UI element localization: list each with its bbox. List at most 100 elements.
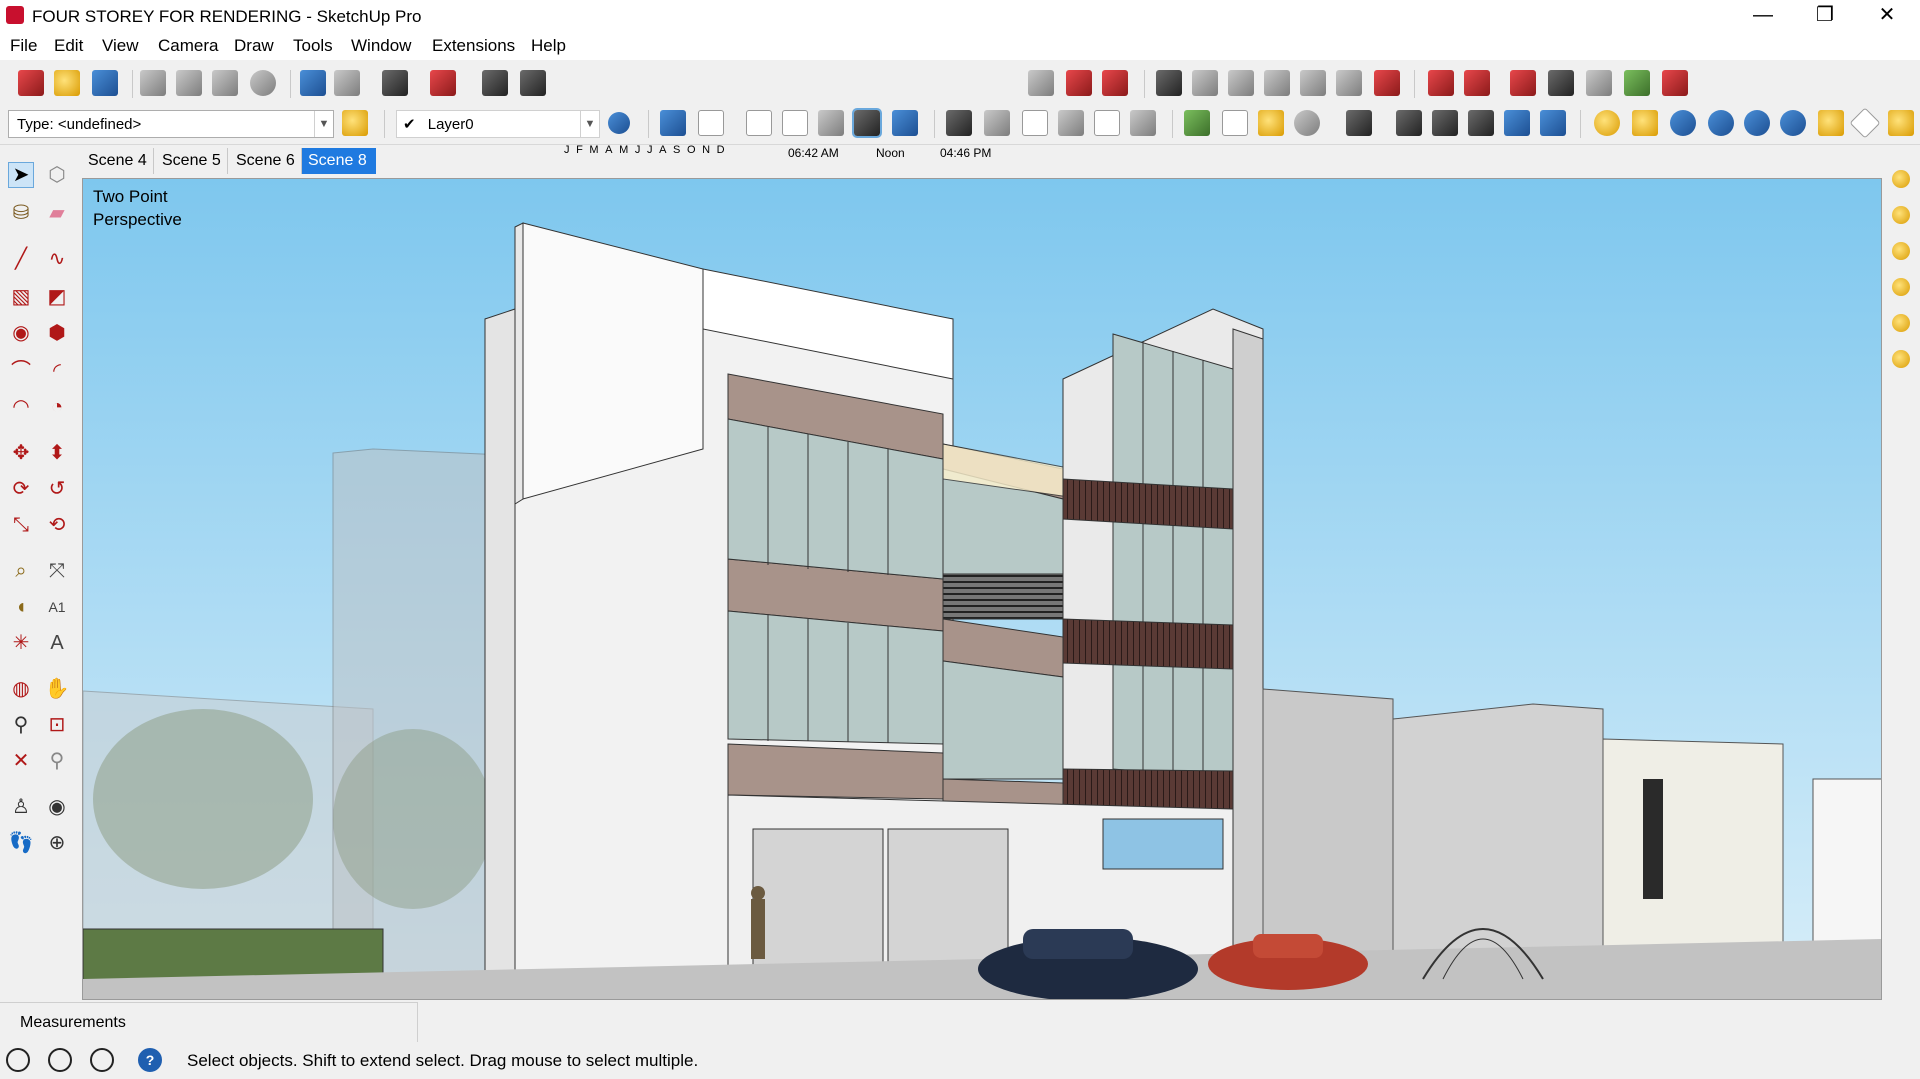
two-point-arc-icon[interactable]: ◜ [44,358,70,384]
menu-draw[interactable]: Draw [234,36,274,56]
wireframe-icon[interactable] [746,110,772,136]
tab-scene-8[interactable]: Scene 8 [302,148,376,174]
3d-text-icon[interactable]: A [44,630,70,656]
dimension-tool-icon[interactable]: ⤧ [44,558,70,584]
vray-mesh-light-icon[interactable] [1892,350,1910,368]
user-icon[interactable] [90,1048,114,1072]
monochrome-icon[interactable] [892,110,918,136]
back-view-icon[interactable] [1094,110,1120,136]
vray-sun-icon[interactable] [1888,110,1914,136]
model-info-icon[interactable] [430,70,456,96]
vray-asset-editor-icon[interactable] [1632,110,1658,136]
building-model-render[interactable] [83,179,1882,1000]
scenes-panel-icon[interactable] [1504,110,1530,136]
open-icon[interactable] [54,70,80,96]
vray-render-icon[interactable] [1670,110,1696,136]
type-settings-icon[interactable] [342,110,368,136]
type-select[interactable]: Type: <undefined> ▼ [8,110,334,138]
hidden-line-icon[interactable] [782,110,808,136]
human-figure-icon[interactable] [1258,110,1284,136]
rotate-tool-icon[interactable]: ⟳ [8,476,34,502]
vray-rect-light-icon[interactable] [1892,206,1910,224]
rectangle-tool-icon[interactable]: ▧ [8,284,34,310]
sandbox-add-detail-icon[interactable] [1264,70,1290,96]
vray-spot-light-icon[interactable] [1892,242,1910,260]
component-icon[interactable] [1156,70,1182,96]
push-pull-icon[interactable]: ⬍ [44,440,70,466]
upload-model-icon[interactable] [1586,70,1612,96]
undo-icon[interactable] [300,70,326,96]
right-view-icon[interactable] [1058,110,1084,136]
vray-material-icon[interactable] [1594,110,1620,136]
credits-icon[interactable] [48,1048,72,1072]
walk-tool-icon[interactable]: 👣 [8,830,34,856]
shaded-textures-icon[interactable] [852,108,882,138]
scale-tool-icon[interactable]: ⤡ [8,512,34,538]
vray-ies-light-icon[interactable] [1892,278,1910,296]
arc-tool-icon[interactable]: ⌒ [8,358,34,384]
vray-omni-light-icon[interactable] [1892,314,1910,332]
iso-view-icon[interactable] [946,110,972,136]
protractor-icon[interactable]: ◖ [8,594,34,620]
restore-button[interactable]: ❐ [1794,0,1856,32]
tape-measure-icon[interactable]: ⌕ [8,558,34,584]
offset-tool-icon[interactable]: ⟲ [44,512,70,538]
follow-me-icon[interactable]: ↺ [44,476,70,502]
pan-tool-icon[interactable]: ✋ [44,676,70,702]
menu-extensions[interactable]: Extensions [432,36,515,56]
import-icon[interactable] [1066,70,1092,96]
layer-select[interactable]: ✔ Layer0 ▼ [396,110,600,138]
materials-panel-icon[interactable] [1432,110,1458,136]
line-tool-icon[interactable]: ╱ [8,246,34,272]
circle-tool-icon[interactable]: ◉ [8,320,34,346]
vray-batch-render-icon[interactable] [1744,110,1770,136]
geo-location-toolbar-icon[interactable] [1624,70,1650,96]
menu-file[interactable]: File [10,36,37,56]
components-panel-icon[interactable] [1396,110,1422,136]
look-around-icon[interactable]: ◉ [44,794,70,820]
redo-icon[interactable] [334,70,360,96]
sandbox-contours-icon[interactable] [1336,70,1362,96]
sandbox-smoove-icon[interactable] [1028,70,1054,96]
photo-match-icon[interactable] [1662,70,1688,96]
tab-scene-5[interactable]: Scene 5 [156,148,228,174]
top-view-icon[interactable] [984,110,1010,136]
menu-tools[interactable]: Tools [293,36,333,56]
polygon-tool-icon[interactable]: ⬢ [44,320,70,346]
rotated-rectangle-icon[interactable]: ◩ [44,284,70,310]
location-icon[interactable] [1184,110,1210,136]
xray-style-icon[interactable] [660,110,686,136]
styles-panel-icon[interactable] [1468,110,1494,136]
measurements-box[interactable]: Measurements [0,1002,418,1042]
move-tool-icon[interactable]: ✥ [8,440,34,466]
3d-warehouse-icon[interactable] [1548,70,1574,96]
paste-icon[interactable] [212,70,238,96]
paint-bucket-icon[interactable]: ⛁ [8,200,34,226]
zoom-extents-icon[interactable]: ✕ [8,748,34,774]
menu-window[interactable]: Window [351,36,411,56]
delete-icon[interactable] [1374,70,1400,96]
close-button[interactable]: ✕ [1856,0,1918,32]
menu-view[interactable]: View [102,36,139,56]
shadows-panel-icon[interactable] [1540,110,1566,136]
previous-view-icon[interactable]: ⚲ [44,748,70,774]
freehand-tool-icon[interactable]: ∿ [44,246,70,272]
tab-scene-6[interactable]: Scene 6 [230,148,302,174]
back-edges-icon[interactable] [698,110,724,136]
help-icon[interactable]: ? [138,1048,162,1072]
chevron-down-icon[interactable]: ▼ [314,111,333,137]
zoom-window-icon[interactable]: ⊡ [44,712,70,738]
terrain-icon[interactable] [1222,110,1248,136]
zoom-tool-icon[interactable]: ⚲ [8,712,34,738]
three-point-arc-icon[interactable]: ◠ [8,394,34,420]
save-icon[interactable] [92,70,118,96]
sandbox-stamp-icon[interactable] [1192,70,1218,96]
sandbox-flip-edge-icon[interactable] [1300,70,1326,96]
front-view-icon[interactable] [1022,110,1048,136]
cut-icon[interactable] [140,70,166,96]
select-tool-icon[interactable]: ➤ [8,162,34,188]
text-tool-icon[interactable]: A1 [44,594,70,620]
outliner-icon[interactable] [1346,110,1372,136]
section-plane-tool-icon[interactable]: ⊕ [44,830,70,856]
geo-location-icon[interactable] [6,1048,30,1072]
